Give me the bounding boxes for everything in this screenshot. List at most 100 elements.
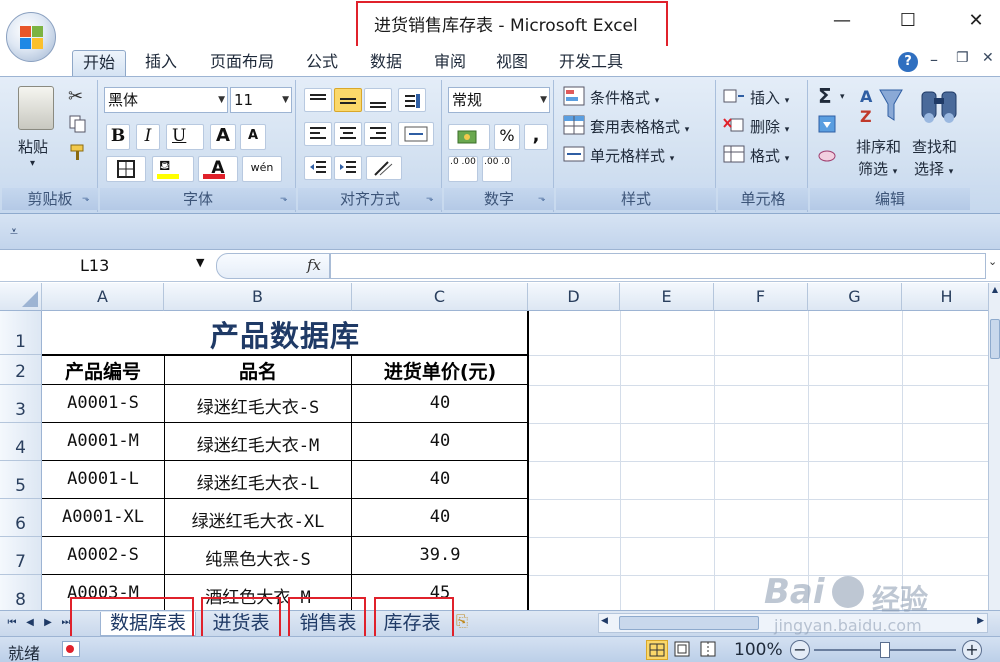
insert-cells-button[interactable]: 插入 ▾	[750, 87, 789, 108]
next-sheet-icon[interactable]: ▶	[40, 614, 56, 632]
font-launcher-icon[interactable]: ⬎	[280, 194, 288, 204]
format-as-table-button[interactable]: 套用表格格式 ▾	[590, 116, 689, 137]
cell-c3[interactable]: 40	[352, 393, 528, 413]
row-header-3[interactable]: 3	[0, 385, 42, 423]
cell-c7[interactable]: 39.9	[352, 545, 528, 565]
decrease-decimal-button[interactable]: .00 .0	[482, 156, 512, 182]
fx-icon[interactable]: fx	[307, 256, 321, 274]
scroll-up-icon[interactable]: ▲	[990, 285, 1000, 295]
borders-button[interactable]	[106, 156, 146, 182]
cell-a7[interactable]: A0002-S	[42, 545, 164, 565]
italic-button[interactable]: I	[136, 124, 160, 150]
grow-font-button[interactable]: A	[210, 124, 236, 150]
number-format-dropdown-icon[interactable]: ▼	[540, 88, 547, 112]
sort-filter-button[interactable]: 排序和	[856, 136, 901, 157]
help-icon[interactable]: ?	[898, 52, 918, 72]
mdi-restore-button[interactable]: ❐	[956, 50, 969, 66]
underline-button[interactable]: U	[166, 124, 204, 150]
row-header-2[interactable]: 2	[0, 355, 42, 385]
row-header-4[interactable]: 4	[0, 423, 42, 461]
font-color-button[interactable]: A	[198, 156, 238, 182]
insert-sheet-icon[interactable]: ⎘	[456, 612, 468, 630]
fill-icon[interactable]	[816, 114, 838, 136]
cell-styles-button[interactable]: 单元格样式 ▾	[590, 145, 674, 166]
autosum-dropdown-icon[interactable]: ▾	[840, 92, 845, 102]
cut-icon[interactable]: ✂	[68, 86, 83, 107]
tab-formulas[interactable]: 公式	[296, 50, 348, 76]
office-button[interactable]	[6, 12, 56, 62]
macro-record-icon[interactable]	[62, 641, 80, 657]
paste-dropdown-icon[interactable]: ▾	[30, 158, 35, 169]
font-size-dropdown-icon[interactable]: ▼	[282, 88, 289, 112]
align-center-button[interactable]	[334, 122, 362, 146]
paste-button[interactable]: 粘贴	[18, 136, 48, 157]
format-painter-icon[interactable]	[68, 142, 88, 162]
qat-customize-icon[interactable]: ⩡	[10, 224, 18, 240]
header-cell-name[interactable]: 品名	[164, 357, 352, 384]
cell-b4[interactable]: 绿迷红毛大衣-M	[164, 431, 352, 456]
tab-data[interactable]: 数据	[360, 50, 412, 76]
bold-button[interactable]: B	[106, 124, 130, 150]
tab-insert[interactable]: 插入	[136, 50, 186, 76]
phonetic-button[interactable]: wén	[242, 156, 282, 182]
merge-center-button[interactable]	[398, 122, 434, 146]
orientation-button[interactable]	[398, 88, 426, 112]
align-left-button[interactable]	[304, 122, 332, 146]
row-header-8[interactable]: 8	[0, 575, 42, 610]
cell-c5[interactable]: 40	[352, 469, 528, 489]
minimize-button[interactable]: —	[822, 6, 862, 36]
tab-view[interactable]: 视图	[486, 50, 538, 76]
prev-sheet-icon[interactable]: ◀	[22, 614, 38, 632]
column-header-h[interactable]: H	[902, 283, 988, 311]
find-select-button[interactable]: 查找和	[912, 136, 957, 157]
tab-developer[interactable]: 开发工具	[548, 50, 634, 76]
column-header-a[interactable]: A	[42, 283, 164, 311]
autosum-button[interactable]: Σ	[818, 84, 832, 108]
row-header-5[interactable]: 5	[0, 461, 42, 499]
zoom-slider-thumb[interactable]	[880, 642, 890, 658]
cell-c6[interactable]: 40	[352, 507, 528, 527]
column-header-b[interactable]: B	[164, 283, 352, 311]
tab-review[interactable]: 审阅	[424, 50, 476, 76]
shrink-font-button[interactable]: A	[240, 124, 266, 150]
clipboard-launcher-icon[interactable]: ⬎	[82, 194, 90, 204]
row-header-1[interactable]: 1	[0, 311, 42, 355]
align-right-button[interactable]	[364, 122, 392, 146]
header-cell-price[interactable]: 进货单价(元)	[352, 357, 528, 384]
sort-filter-button-line2[interactable]: 筛选 ▾	[858, 158, 897, 179]
align-middle-button[interactable]	[334, 88, 362, 112]
page-break-view-icon[interactable]	[698, 640, 720, 660]
cell-b3[interactable]: 绿迷红毛大衣-S	[164, 393, 352, 418]
normal-view-icon[interactable]	[646, 640, 668, 660]
mdi-close-button[interactable]: ✕	[982, 50, 994, 66]
accounting-format-button[interactable]	[448, 124, 490, 150]
font-name-combo[interactable]: 黑体 ▼	[104, 87, 228, 113]
cell-a3[interactable]: A0001-S	[42, 393, 164, 413]
cell-c4[interactable]: 40	[352, 431, 528, 451]
tab-page-layout[interactable]: 页面布局	[200, 50, 284, 76]
vertical-scrollbar[interactable]: ▲	[988, 283, 1000, 610]
name-box[interactable]: L13	[4, 254, 212, 278]
horizontal-scroll-thumb[interactable]	[619, 616, 759, 630]
scroll-left-icon[interactable]: ◀	[601, 616, 608, 626]
format-cells-button[interactable]: 格式 ▾	[750, 145, 789, 166]
cell-b5[interactable]: 绿迷红毛大衣-L	[164, 469, 352, 494]
align-top-button[interactable]	[304, 88, 332, 112]
cell-a6[interactable]: A0001-XL	[42, 507, 164, 527]
row-header-7[interactable]: 7	[0, 537, 42, 575]
column-header-d[interactable]: D	[528, 283, 620, 311]
sheet-title-cell[interactable]: 产品数据库	[42, 313, 528, 355]
increase-decimal-button[interactable]: .0 .00	[448, 156, 478, 182]
text-angle-button[interactable]	[366, 156, 402, 180]
zoom-level[interactable]: 100%	[734, 640, 783, 660]
comma-button[interactable]: ,	[524, 124, 548, 150]
column-header-c[interactable]: C	[352, 283, 528, 311]
column-header-g[interactable]: G	[808, 283, 902, 311]
number-launcher-icon[interactable]: ⬎	[538, 194, 546, 204]
increase-indent-button[interactable]	[334, 156, 362, 180]
find-select-button-line2[interactable]: 选择 ▾	[914, 158, 953, 179]
cell-a4[interactable]: A0001-M	[42, 431, 164, 451]
cell-a5[interactable]: A0001-L	[42, 469, 164, 489]
zoom-in-button[interactable]: +	[962, 640, 982, 660]
number-format-combo[interactable]: 常规 ▼	[448, 87, 550, 113]
